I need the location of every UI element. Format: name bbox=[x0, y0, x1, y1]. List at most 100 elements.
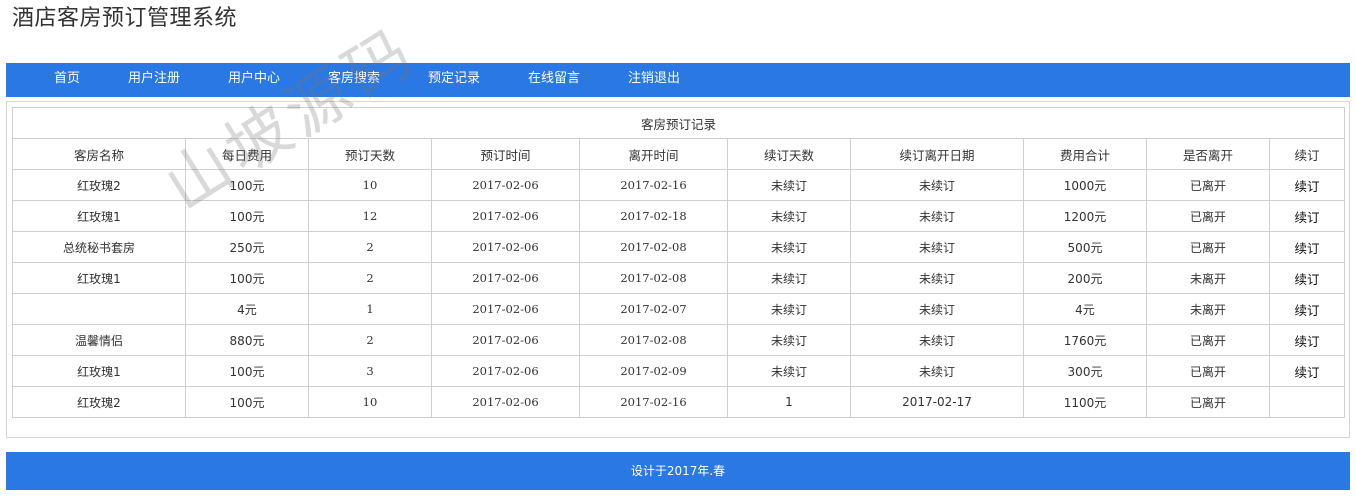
cell-booked-days: 2 bbox=[308, 262, 432, 294]
cell-daily-fee: 100元 bbox=[185, 262, 309, 294]
nav-item-user-center[interactable]: 用户中心 bbox=[228, 63, 280, 97]
cell-total-fee: 500元 bbox=[1023, 231, 1147, 263]
cell-renew-action: 续订 bbox=[1268, 169, 1346, 201]
cell-has-left: 未离开 bbox=[1146, 262, 1270, 294]
cell-leave-time: 2017-02-18 bbox=[579, 200, 728, 232]
records-panel: 客房预订记录 客房名称 每日费用 预订天数 预订时间 离开时间 续订天数 续订离… bbox=[6, 101, 1350, 438]
cell-renew-days: 未续订 bbox=[727, 169, 851, 201]
cell-leave-time: 2017-02-08 bbox=[579, 262, 728, 294]
cell-daily-fee: 250元 bbox=[185, 231, 309, 263]
column-header-renew-leave-date: 续订离开日期 bbox=[850, 138, 1024, 170]
table-row: 红玫瑰2 100元 10 2017-02-06 2017-02-16 未续订 未续订 1000… bbox=[12, 169, 1346, 201]
table-row: 4元 1 2017-02-06 2017-02-07 未续订 未续订 4元 未离开 续订 bbox=[12, 293, 1346, 325]
cell-booked-time: 2017-02-06 bbox=[431, 386, 580, 418]
renew-link[interactable]: 续订 bbox=[1295, 303, 1320, 318]
table-caption: 客房预订记录 bbox=[11, 107, 1346, 139]
cell-room-name: 红玫瑰2 bbox=[12, 169, 186, 201]
cell-daily-fee: 100元 bbox=[185, 355, 309, 387]
cell-total-fee: 4元 bbox=[1023, 293, 1147, 325]
renew-link[interactable]: 续订 bbox=[1295, 334, 1320, 349]
cell-renew-leave-date: 未续订 bbox=[850, 262, 1024, 294]
cell-renew-action: 续订 bbox=[1268, 324, 1346, 356]
column-header-total-fee: 费用合计 bbox=[1023, 138, 1147, 170]
table-row: 红玫瑰1 100元 3 2017-02-06 2017-02-09 未续订 未续订 300元已… bbox=[12, 355, 1346, 387]
cell-booked-days: 10 bbox=[308, 169, 432, 201]
renew-link[interactable]: 续订 bbox=[1295, 365, 1320, 380]
cell-renew-days: 未续订 bbox=[727, 324, 851, 356]
cell-booked-time: 2017-02-06 bbox=[431, 231, 580, 263]
cell-renew-leave-date: 未续订 bbox=[850, 324, 1024, 356]
table-row: 红玫瑰1 100元 2 2017-02-06 2017-02-08 未续订 未续订 200元未… bbox=[12, 262, 1346, 294]
cell-has-left: 已离开 bbox=[1146, 231, 1270, 263]
cell-has-left: 已离开 bbox=[1146, 169, 1270, 201]
cell-leave-time: 2017-02-16 bbox=[579, 169, 728, 201]
cell-room-name: 红玫瑰1 bbox=[12, 262, 186, 294]
cell-daily-fee: 100元 bbox=[185, 386, 309, 418]
cell-renew-leave-date: 未续订 bbox=[850, 355, 1024, 387]
table-row: 温馨情侣 880元 2 2017-02-06 2017-02-08 未续订 未续订 1760元… bbox=[12, 324, 1346, 356]
renew-link[interactable]: 续订 bbox=[1295, 241, 1320, 256]
cell-booked-days: 12 bbox=[308, 200, 432, 232]
main-nav: 首页 用户注册 用户中心 客房搜索 预定记录 在线留言 注销退出 bbox=[6, 63, 1350, 97]
cell-leave-time: 2017-02-16 bbox=[579, 386, 728, 418]
cell-renew-leave-date: 未续订 bbox=[850, 293, 1024, 325]
cell-room-name bbox=[12, 293, 186, 325]
cell-booked-time: 2017-02-06 bbox=[431, 262, 580, 294]
nav-item-logout[interactable]: 注销退出 bbox=[628, 63, 680, 97]
cell-renew-action: 续订 bbox=[1268, 355, 1346, 387]
cell-has-left: 已离开 bbox=[1146, 386, 1270, 418]
cell-leave-time: 2017-02-09 bbox=[579, 355, 728, 387]
nav-item-home[interactable]: 首页 bbox=[54, 63, 80, 97]
footer-text: 设计于2017年.春 bbox=[630, 464, 726, 478]
cell-room-name: 红玫瑰1 bbox=[12, 355, 186, 387]
renew-link[interactable]: 续订 bbox=[1295, 272, 1320, 287]
cell-leave-time: 2017-02-08 bbox=[579, 231, 728, 263]
column-header-room-name: 客房名称 bbox=[12, 138, 186, 170]
nav-item-room-search[interactable]: 客房搜索 bbox=[328, 63, 380, 97]
cell-total-fee: 200元 bbox=[1023, 262, 1147, 294]
cell-renew-leave-date: 未续订 bbox=[850, 200, 1024, 232]
cell-booked-days: 2 bbox=[308, 324, 432, 356]
column-header-has-left: 是否离开 bbox=[1146, 138, 1270, 170]
nav-item-register[interactable]: 用户注册 bbox=[128, 63, 180, 97]
cell-booked-time: 2017-02-06 bbox=[431, 200, 580, 232]
column-header-booked-days: 预订天数 bbox=[308, 138, 432, 170]
column-header-leave-time: 离开时间 bbox=[579, 138, 728, 170]
table-row: 红玫瑰2 100元 10 2017-02-06 2017-02-16 1 2017-02-1… bbox=[12, 386, 1346, 418]
cell-total-fee: 300元 bbox=[1023, 355, 1147, 387]
cell-renew-action: 续订 bbox=[1268, 262, 1346, 294]
cell-renew-leave-date: 2017-02-17 bbox=[850, 386, 1024, 418]
renew-link[interactable]: 续订 bbox=[1295, 210, 1320, 225]
column-header-daily-fee: 每日费用 bbox=[185, 138, 309, 170]
cell-leave-time: 2017-02-07 bbox=[579, 293, 728, 325]
table-header-row: 客房名称 每日费用 预订天数 预订时间 离开时间 续订天数 续订离开日期 费用合… bbox=[12, 138, 1346, 170]
cell-renew-action bbox=[1268, 386, 1346, 418]
cell-booked-days: 3 bbox=[308, 355, 432, 387]
cell-has-left: 未离开 bbox=[1146, 293, 1270, 325]
cell-total-fee: 1000元 bbox=[1023, 169, 1147, 201]
site-title: 酒店客房预订管理系统 bbox=[12, 6, 238, 31]
booking-records-table: 客房预订记录 客房名称 每日费用 预订天数 预订时间 离开时间 续订天数 续订离… bbox=[11, 107, 1346, 418]
table-body: 红玫瑰2 100元 10 2017-02-06 2017-02-16 未续订 未续订 1000… bbox=[12, 169, 1346, 418]
cell-daily-fee: 100元 bbox=[185, 169, 309, 201]
cell-room-name: 温馨情侣 bbox=[12, 324, 186, 356]
cell-renew-action: 续订 bbox=[1268, 293, 1346, 325]
cell-room-name: 红玫瑰1 bbox=[12, 200, 186, 232]
cell-room-name: 红玫瑰2 bbox=[12, 386, 186, 418]
cell-daily-fee: 880元 bbox=[185, 324, 309, 356]
cell-room-name: 总统秘书套房 bbox=[12, 231, 186, 263]
renew-link[interactable]: 续订 bbox=[1295, 179, 1320, 194]
cell-booked-time: 2017-02-06 bbox=[431, 355, 580, 387]
nav-item-messages[interactable]: 在线留言 bbox=[528, 63, 580, 97]
cell-total-fee: 1100元 bbox=[1023, 386, 1147, 418]
nav-item-booking-records[interactable]: 预定记录 bbox=[428, 63, 480, 97]
cell-renew-action: 续订 bbox=[1268, 200, 1346, 232]
cell-renew-leave-date: 未续订 bbox=[850, 169, 1024, 201]
table-row: 红玫瑰1 100元 12 2017-02-06 2017-02-18 未续订 未续订 1200… bbox=[12, 200, 1346, 232]
table-row: 总统秘书套房 250元 2 2017-02-06 2017-02-08 未续订 未续订 500… bbox=[12, 231, 1346, 263]
cell-renew-days: 1 bbox=[727, 386, 851, 418]
cell-has-left: 已离开 bbox=[1146, 200, 1270, 232]
cell-booked-days: 10 bbox=[308, 386, 432, 418]
cell-booked-time: 2017-02-06 bbox=[431, 324, 580, 356]
cell-booked-time: 2017-02-06 bbox=[431, 293, 580, 325]
